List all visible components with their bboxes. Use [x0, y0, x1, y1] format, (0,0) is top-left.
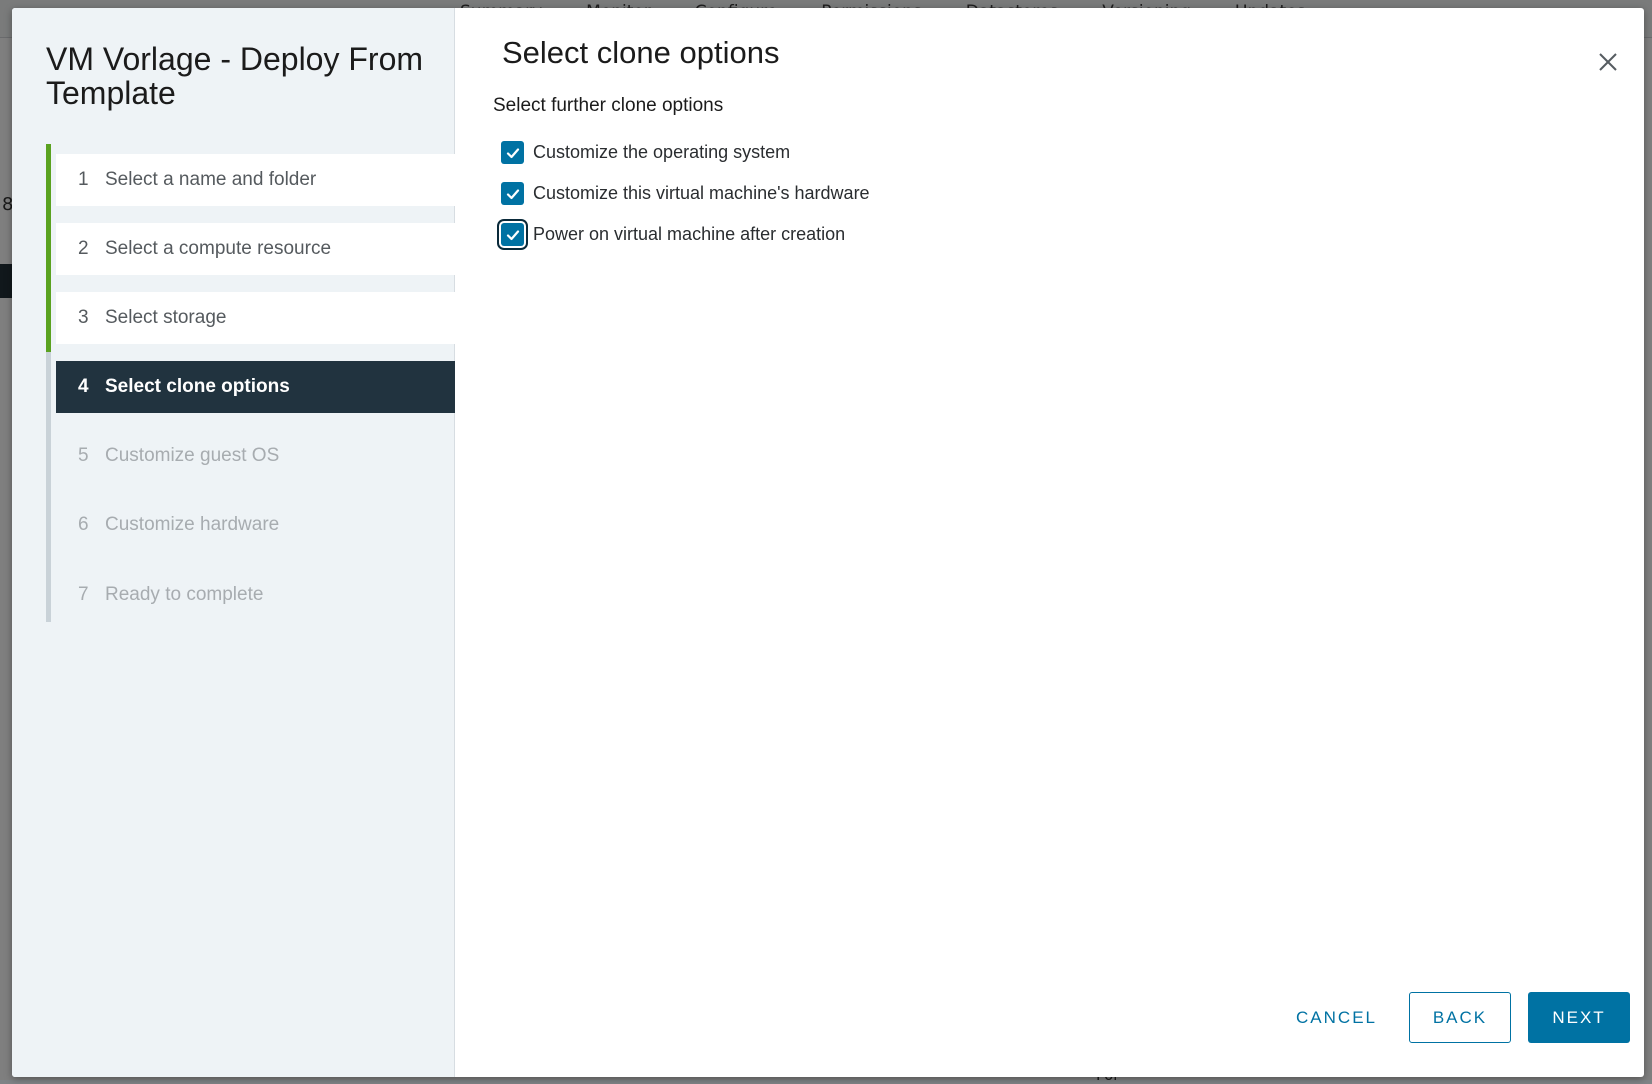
step-number: 7 [78, 584, 89, 605]
wizard-sidebar: VM Vorlage - Deploy From Template 1 Sele… [12, 8, 455, 1077]
clone-options-list: Customize the operating system Customize… [501, 132, 870, 255]
option-power-on: Power on virtual machine after creation [501, 214, 870, 255]
step-label: Select storage [105, 307, 227, 328]
wizard-footer: CANCEL BACK NEXT [1274, 992, 1630, 1043]
deploy-template-wizard: VM Vorlage - Deploy From Template 1 Sele… [12, 8, 1644, 1077]
customize-os-checkbox[interactable] [501, 141, 524, 164]
close-button[interactable] [1594, 48, 1622, 76]
step-number: 1 [78, 169, 89, 190]
checkmark-icon [506, 188, 519, 199]
step-label: Select clone options [105, 376, 290, 397]
customize-os-label[interactable]: Customize the operating system [533, 142, 790, 163]
wizard-content: Select clone options Select further clon… [456, 8, 1644, 1077]
step-progress-rail-completed [46, 144, 51, 352]
step-label: Customize hardware [105, 514, 280, 535]
step-number: 4 [78, 376, 89, 397]
step-select-name-folder[interactable]: 1 Select a name and folder [56, 154, 455, 206]
option-customize-hardware: Customize this virtual machine's hardwar… [501, 173, 870, 214]
checkmark-icon [506, 229, 519, 240]
step-label: Select a compute resource [105, 238, 332, 259]
checkmark-icon [506, 147, 519, 158]
step-label: Ready to complete [105, 584, 264, 605]
step-progress-rail-remaining [46, 352, 51, 622]
step-customize-guest-os: 5 Customize guest OS [56, 430, 455, 482]
page-title: Select clone options [502, 35, 780, 70]
wizard-title: VM Vorlage - Deploy From Template [46, 41, 424, 111]
customize-hardware-label[interactable]: Customize this virtual machine's hardwar… [533, 183, 870, 204]
cancel-button[interactable]: CANCEL [1274, 992, 1399, 1043]
power-on-checkbox[interactable] [501, 223, 524, 246]
section-label: Select further clone options [493, 95, 724, 116]
step-number: 5 [78, 445, 89, 466]
step-label: Customize guest OS [105, 445, 280, 466]
step-select-storage[interactable]: 3 Select storage [56, 292, 455, 344]
step-number: 6 [78, 514, 89, 535]
power-on-label[interactable]: Power on virtual machine after creation [533, 224, 845, 245]
step-select-clone-options[interactable]: 4 Select clone options [56, 361, 455, 413]
close-icon [1599, 53, 1617, 71]
step-number: 3 [78, 307, 89, 328]
back-button[interactable]: BACK [1409, 992, 1511, 1043]
step-customize-hardware: 6 Customize hardware [56, 499, 455, 551]
customize-hardware-checkbox[interactable] [501, 182, 524, 205]
step-ready-to-complete: 7 Ready to complete [56, 569, 455, 621]
step-number: 2 [78, 238, 89, 259]
step-select-compute-resource[interactable]: 2 Select a compute resource [56, 223, 455, 275]
option-customize-os: Customize the operating system [501, 132, 870, 173]
next-button[interactable]: NEXT [1528, 992, 1630, 1043]
step-label: Select a name and folder [105, 169, 317, 190]
